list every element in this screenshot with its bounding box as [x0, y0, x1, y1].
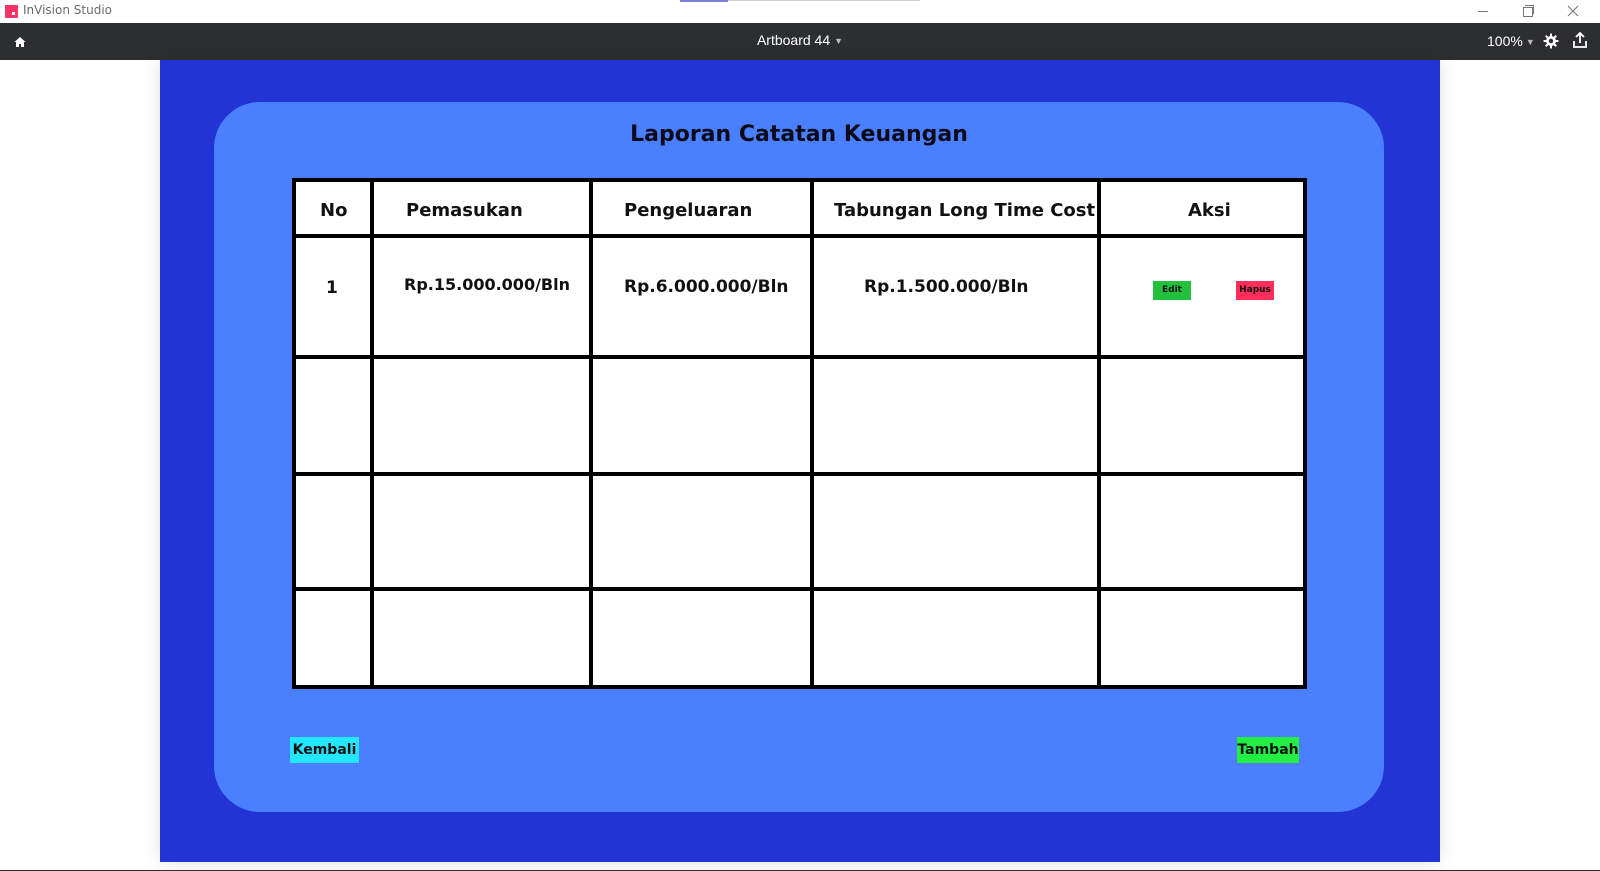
add-button[interactable]: Tambah — [1237, 737, 1299, 763]
minimize-icon[interactable] — [1473, 2, 1493, 20]
header-pengeluaran: Pengeluaran — [624, 200, 753, 221]
cell-pengeluaran: Rp.6.000.000/Bln — [624, 277, 789, 297]
back-button[interactable]: Kembali — [290, 737, 359, 763]
cell-pemasukan: Rp.15.000.000/Bln — [404, 275, 570, 294]
chevron-down-icon: ▼ — [834, 36, 844, 47]
row-divider — [296, 472, 1303, 476]
zoom-selector[interactable]: 100% ▼ — [1487, 33, 1535, 49]
tab-indicator — [680, 0, 728, 2]
studio-toolbar: Artboard 44 ▼ 100% ▼ — [0, 23, 1600, 60]
cell-tabungan: Rp.1.500.000/Bln — [864, 277, 1029, 297]
artboard-name: Artboard 44 — [756, 32, 831, 48]
cell-no: 1 — [326, 278, 338, 298]
invision-logo-icon — [5, 5, 18, 18]
artboard-canvas: Laporan Catatan Keuangan No Pemasukan Pe… — [160, 60, 1440, 862]
app-name: InVision Studio — [23, 3, 112, 17]
row-divider — [296, 234, 1303, 238]
chevron-down-icon: ▼ — [1525, 37, 1535, 48]
header-tabungan: Tabungan Long Time Cost — [834, 200, 1096, 221]
column-divider — [370, 182, 374, 685]
column-divider — [810, 182, 814, 685]
column-divider — [589, 182, 593, 685]
page-title: Laporan Catatan Keuangan — [630, 122, 968, 147]
row-divider — [296, 587, 1303, 591]
close-icon[interactable] — [1563, 2, 1583, 20]
header-aksi: Aksi — [1188, 200, 1231, 221]
edit-button[interactable]: Edit — [1153, 281, 1191, 300]
report-panel: Laporan Catatan Keuangan No Pemasukan Pe… — [214, 102, 1384, 812]
header-pemasukan: Pemasukan — [406, 200, 523, 221]
restore-icon[interactable] — [1518, 2, 1538, 20]
share-upload-icon[interactable] — [1572, 31, 1588, 49]
delete-button[interactable]: Hapus — [1236, 281, 1274, 300]
gear-icon[interactable] — [1543, 33, 1559, 49]
artboard-selector[interactable]: Artboard 44 ▼ — [0, 32, 1600, 48]
column-divider — [1097, 182, 1101, 685]
row-divider — [296, 355, 1303, 359]
finance-table: No Pemasukan Pengeluaran Tabungan Long T… — [292, 178, 1307, 689]
zoom-level: 100% — [1487, 33, 1523, 49]
tab-divider — [728, 0, 920, 1]
header-no: No — [320, 200, 348, 221]
window-titlebar: InVision Studio — [0, 0, 1600, 23]
